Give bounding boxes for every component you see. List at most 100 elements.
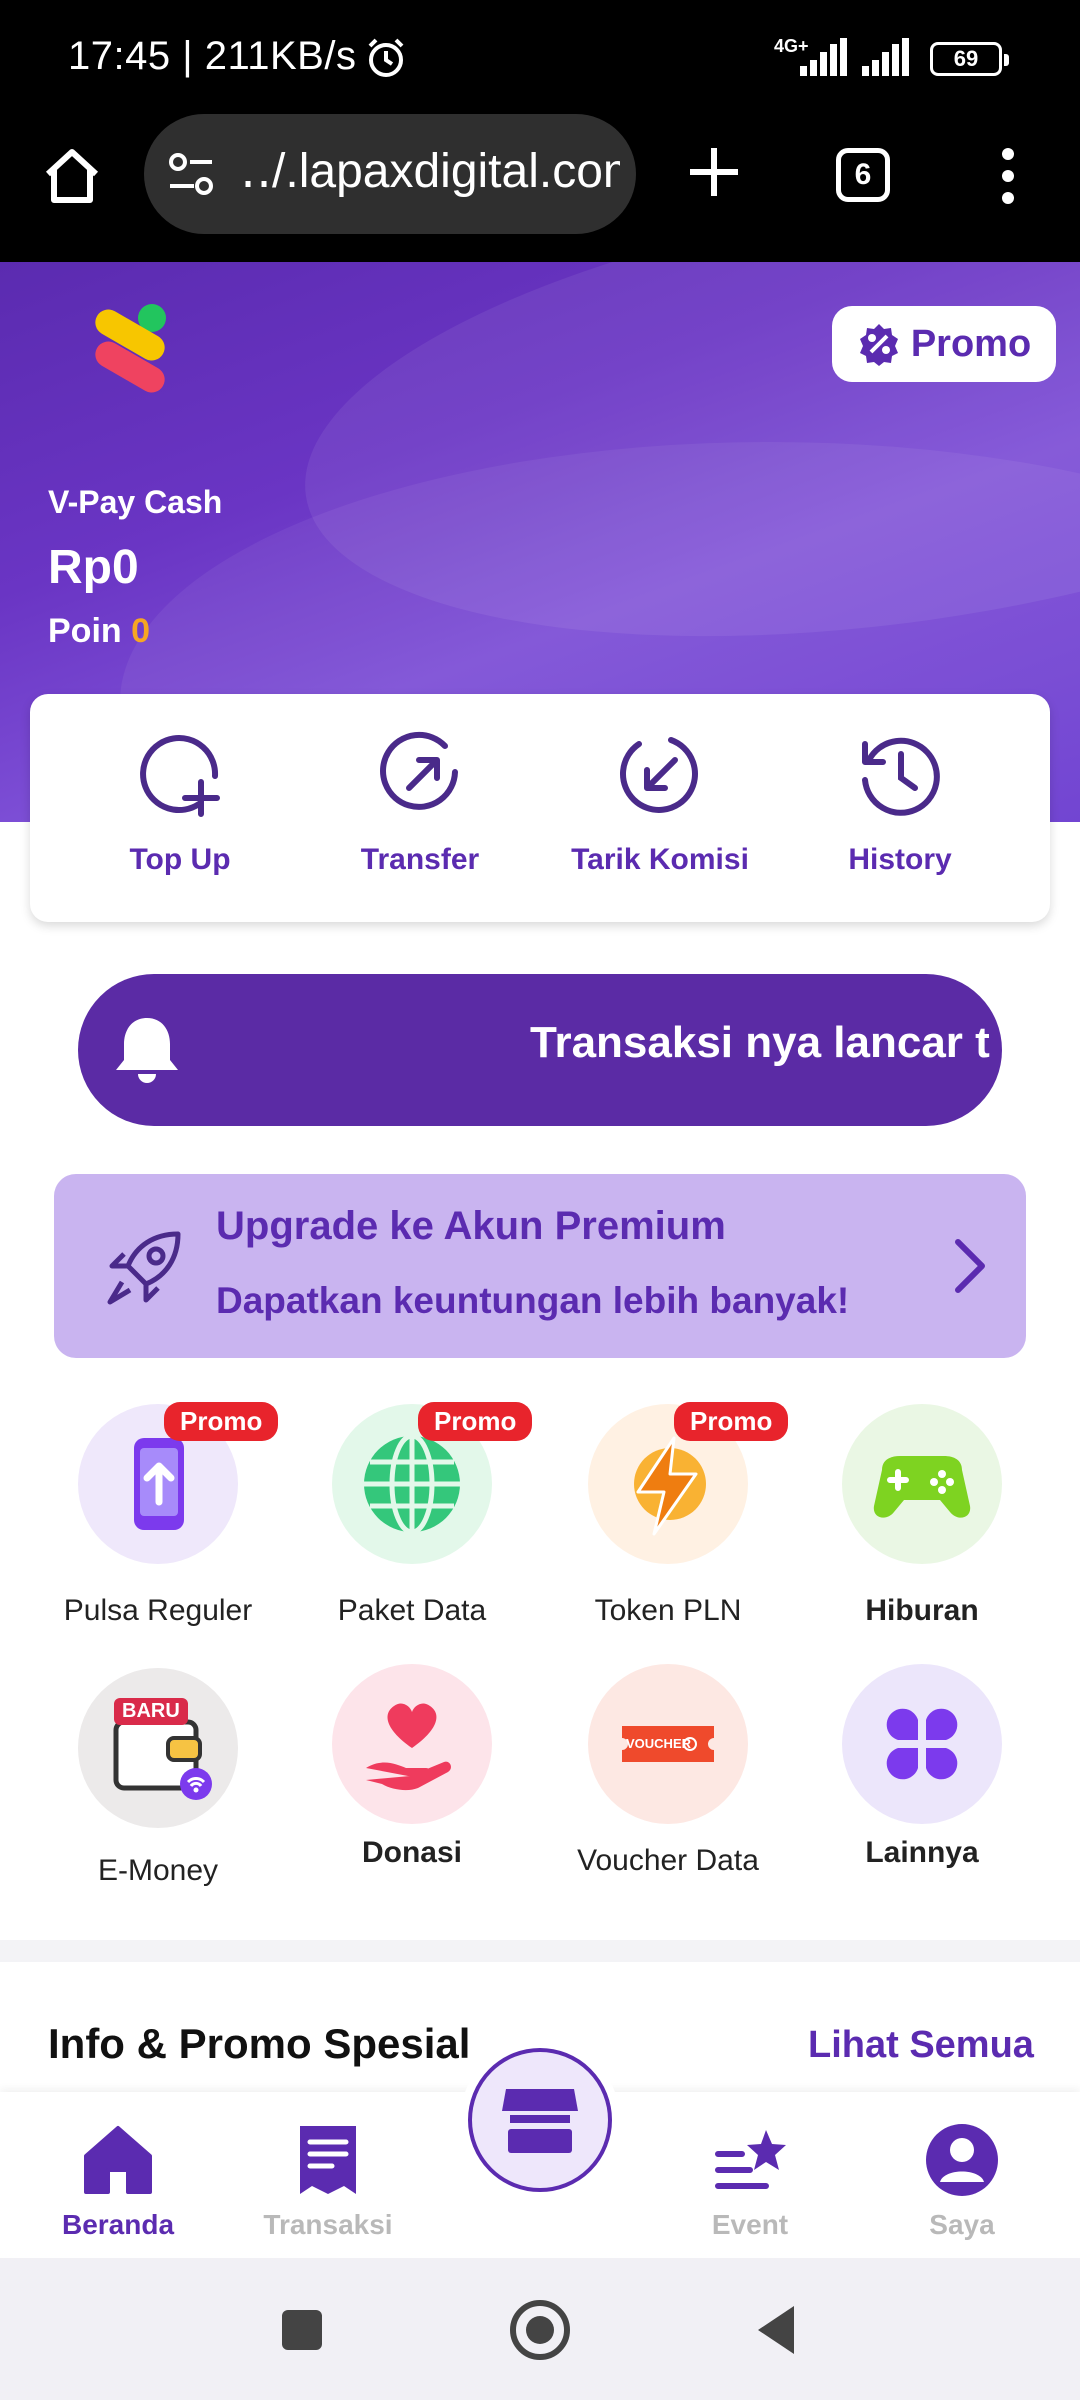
top-up-button[interactable]: Top Up [70, 730, 290, 900]
promo-badge: Promo [674, 1402, 789, 1441]
announcement-text: Transaksi nya lancar t [530, 1018, 990, 1067]
nav-saya[interactable]: Saya [862, 2120, 1062, 2241]
wallet-label: V-Pay Cash [48, 484, 223, 520]
phone-upload-icon [134, 1438, 184, 1530]
new-badge: BARU [114, 1698, 188, 1725]
nav-label: Transaksi [263, 2209, 393, 2240]
service-label: Lainnya [865, 1836, 979, 1869]
service-pulsa-reguler[interactable]: Promo Pulsa Reguler [38, 1402, 279, 1628]
more-menu-icon[interactable] [998, 146, 1018, 206]
lightning-icon [634, 1436, 706, 1536]
service-icon-bg: Promo [588, 1402, 789, 1564]
transfer-label: Transfer [360, 843, 480, 876]
nav-event[interactable]: Event [650, 2120, 850, 2241]
history-label: History [848, 843, 952, 876]
premium-subtitle: Dapatkan keuntungan lebih banyak! [216, 1280, 850, 1321]
home-button[interactable] [510, 2300, 570, 2360]
signal-icon-2 [862, 38, 909, 76]
new-tab-icon[interactable] [684, 142, 744, 202]
service-label: Hiburan [865, 1594, 979, 1627]
service-lainnya[interactable]: Lainnya [802, 1664, 1042, 1870]
recents-button[interactable] [282, 2310, 322, 2350]
voucher-card-text: VOUCHER [626, 1736, 692, 1751]
tab-switcher-button[interactable]: 6 [836, 148, 890, 202]
service-icon-bg: VOUCHER [588, 1664, 748, 1824]
battery-icon: 69 [930, 42, 1009, 76]
add-circle-icon [140, 735, 220, 817]
announcement-ticker[interactable]: Transaksi nya lancar t [78, 974, 1002, 1126]
nav-label: Saya [929, 2209, 995, 2240]
chevron-right-icon [955, 1239, 985, 1293]
alarm-icon [368, 38, 404, 77]
service-e-money[interactable]: BARU E-Money [38, 1668, 278, 1888]
service-voucher-data[interactable]: VOUCHER Voucher Data [548, 1664, 788, 1878]
withdraw-arrow-icon [620, 737, 698, 813]
transfer-arrow-icon [380, 731, 458, 810]
service-icon-bg [842, 1404, 1002, 1564]
gamepad-icon [873, 1456, 971, 1518]
bell-icon [116, 1018, 178, 1083]
signal-icon [800, 38, 847, 76]
tarik-komisi-button[interactable]: Tarik Komisi [550, 730, 770, 900]
service-label: Donasi [361, 1836, 463, 1869]
service-label: Paket Data [337, 1594, 487, 1627]
service-label: E-Money [97, 1854, 219, 1887]
discount-badge-icon [859, 324, 898, 366]
points-label: Poin [48, 612, 122, 650]
status-bar: 17:45 | 211KB/s 4G+ 69 [0, 0, 1080, 120]
store-icon [502, 2089, 578, 2153]
service-icon-bg: Promo [332, 1402, 533, 1564]
user-profile-icon [926, 2124, 998, 2196]
globe-icon [364, 1433, 460, 1535]
service-icon-bg: Promo [78, 1402, 279, 1564]
service-donasi[interactable]: Donasi [292, 1664, 532, 1870]
url-bar[interactable]: ‥/.lapaxdigital.com [144, 114, 636, 234]
premium-title: Upgrade ke Akun Premium [216, 1204, 726, 1248]
promo-button[interactable]: Promo [832, 306, 1056, 382]
service-label: Voucher Data [577, 1844, 759, 1877]
wallet-actions-card: Top Up Transfer Tarik Komisi History [30, 694, 1050, 922]
service-hiburan[interactable]: Hiburan [802, 1404, 1042, 1628]
points-display: Poin 0 [48, 612, 150, 651]
info-promo-title: Info & Promo Spesial [48, 2020, 471, 2067]
rocket-icon [107, 1231, 181, 1305]
nav-label: Event [711, 2209, 789, 2240]
more-apps-icon [886, 1708, 958, 1780]
home-icon [84, 2126, 152, 2194]
transfer-button[interactable]: Transfer [310, 730, 530, 900]
service-icon-bg: BARU [78, 1668, 238, 1828]
back-icon[interactable] [754, 2304, 798, 2356]
site-settings-icon[interactable] [166, 150, 216, 198]
section-divider [0, 1940, 1080, 1962]
history-clock-icon [862, 737, 940, 816]
nav-label: Beranda [61, 2209, 175, 2240]
heart-hand-icon [366, 1703, 451, 1791]
promo-button-label: Promo [910, 322, 1032, 365]
upgrade-premium-banner[interactable]: Upgrade ke Akun Premium Dapatkan keuntun… [54, 1174, 1026, 1358]
service-label: Pulsa Reguler [63, 1594, 253, 1627]
nav-transaksi[interactable]: Transaksi [228, 2120, 428, 2241]
see-all-link[interactable]: Lihat Semua [808, 2024, 1034, 2067]
promo-badge: Promo [164, 1402, 279, 1441]
service-icon-bg [842, 1664, 1002, 1824]
app-logo [95, 304, 166, 393]
service-paket-data[interactable]: Promo Paket Data [292, 1402, 533, 1628]
home-icon[interactable] [42, 146, 102, 206]
nav-beranda[interactable]: Beranda [18, 2120, 218, 2241]
receipt-icon [300, 2126, 356, 2194]
url-text: ‥/.lapaxdigital.com [240, 145, 620, 198]
service-icon-bg [332, 1664, 492, 1824]
store-button-inner [468, 2048, 612, 2192]
system-navigation-bar [0, 2258, 1080, 2400]
wallet-balance: Rp0 [48, 541, 139, 594]
status-time: 17:45 | 211KB/s [68, 34, 357, 78]
points-value: 0 [131, 612, 151, 650]
tarik-komisi-label: Tarik Komisi [571, 843, 749, 876]
service-token-pln[interactable]: Promo Token PLN [548, 1402, 789, 1628]
top-up-label: Top Up [129, 843, 231, 876]
history-button[interactable]: History [790, 730, 1010, 900]
promo-badge: Promo [418, 1402, 533, 1441]
service-label: Token PLN [594, 1594, 742, 1627]
store-button[interactable] [460, 2040, 620, 2200]
star-list-icon [715, 2130, 786, 2189]
